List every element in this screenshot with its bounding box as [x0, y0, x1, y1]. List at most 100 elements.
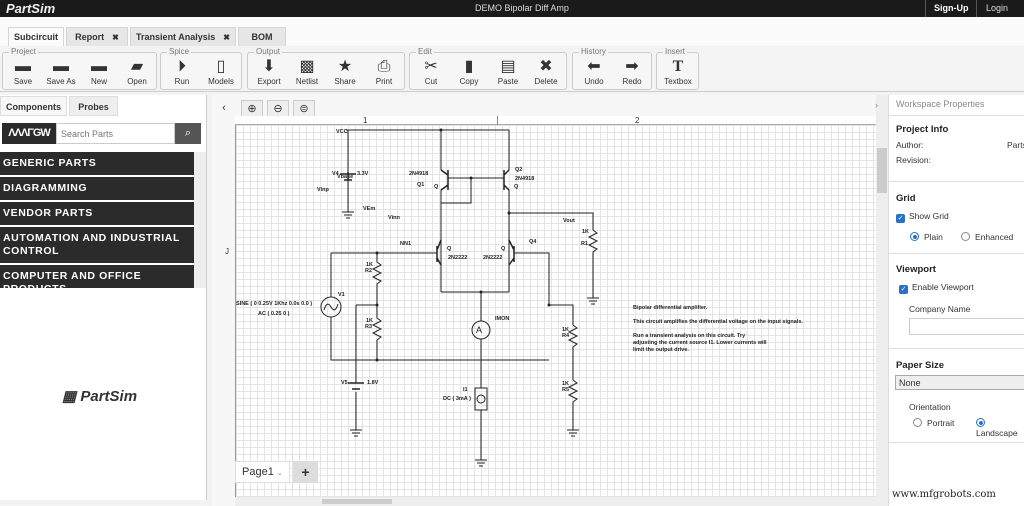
textbox-button[interactable]: T Textbox: [660, 57, 696, 86]
paper-size-select[interactable]: None: [895, 375, 1024, 390]
search-parts-input[interactable]: [56, 123, 175, 144]
button-label: Copy: [459, 77, 479, 86]
category-scrollbar[interactable]: [194, 152, 206, 288]
label-r3: R3: [365, 324, 372, 330]
category-list: GENERIC PARTS DIAGRAMMING VENDOR PARTS A…: [0, 152, 194, 288]
author-value: Parts: [1007, 140, 1024, 150]
tab-probes[interactable]: Probes: [69, 96, 118, 116]
netlist-button[interactable]: ▩ Netlist: [289, 57, 325, 86]
tab-components[interactable]: Components: [0, 96, 67, 116]
portrait-radio[interactable]: Portrait: [913, 418, 954, 428]
label-nn: NN1: [400, 241, 411, 247]
note-title: Bipolar differential amplifier.: [633, 305, 708, 311]
redo-button[interactable]: ➡ Redo: [614, 57, 650, 86]
note-line: limit the output drive.: [633, 347, 689, 353]
page-selector[interactable]: Page1 ⌄: [235, 461, 290, 483]
checkbox-checked-icon: ✓: [899, 285, 908, 294]
app-name: PartSim: [6, 1, 56, 16]
tab-label: BOM: [251, 32, 273, 42]
category-diagramming[interactable]: DIAGRAMMING: [0, 177, 194, 200]
label-q1-q: Q: [434, 184, 439, 190]
label-q4: Q4: [529, 239, 537, 245]
netlist-icon: ▩: [299, 58, 315, 75]
schematic[interactable]: VCC V4 Vbase 3.3V Vinp VEm Vinn 2N4918 Q…: [236, 125, 888, 497]
scissors-icon: ✂: [424, 58, 438, 75]
show-grid-checkbox[interactable]: ✓ Show Grid: [896, 211, 949, 223]
export-button[interactable]: ⬇ Export: [251, 57, 287, 86]
group-label: Project: [9, 47, 38, 56]
button-label: Paste: [497, 77, 519, 86]
schematic-canvas[interactable]: VCC V4 Vbase 3.3V Vinp VEm Vinn 2N4918 Q…: [235, 125, 888, 497]
label-v5: V5: [341, 380, 348, 386]
collapse-left-button[interactable]: ‹: [217, 100, 231, 118]
vertical-scroll-thumb[interactable]: [877, 148, 887, 193]
login-link[interactable]: Login: [986, 3, 1008, 13]
run-button[interactable]: ⏵ Run: [164, 57, 200, 86]
expand-right-button[interactable]: ›: [875, 100, 878, 110]
models-button[interactable]: ▯ Models: [203, 57, 239, 86]
section-project-info: Project Info: [896, 124, 949, 135]
ruler-divider: [497, 116, 498, 125]
delete-button[interactable]: ✖ Delete: [528, 57, 564, 86]
annotation-textbox[interactable]: Bipolar differential amplifier. This cir…: [633, 305, 803, 353]
company-name-input[interactable]: [909, 318, 1024, 335]
open-button[interactable]: ▰ Open: [119, 57, 155, 86]
tab-report[interactable]: Report ✖: [66, 27, 128, 46]
button-label: Export: [257, 77, 281, 86]
search-button[interactable]: ⌕: [175, 123, 201, 144]
save-button[interactable]: ▬ Save: [5, 57, 41, 86]
label-vem: VEm: [363, 206, 375, 212]
workspace-properties-panel: Workspace Properties Project Info Author…: [888, 95, 1024, 506]
landscape-radio[interactable]: Landscape: [976, 418, 1024, 438]
close-icon[interactable]: ✖: [112, 33, 119, 42]
label-q2: Q2: [515, 167, 522, 173]
history-group: History ⬅ Undo ➡ Redo: [572, 47, 652, 90]
tab-label: Transient Analysis: [136, 32, 216, 42]
new-button[interactable]: ▬ New: [81, 57, 117, 86]
category-vendor-parts[interactable]: VENDOR PARTS: [0, 202, 194, 225]
grid-plain-radio[interactable]: Plain: [910, 232, 943, 242]
label-vout: Vout: [563, 218, 575, 224]
cut-button[interactable]: ✂ Cut: [413, 57, 449, 86]
radio-label: Enhanced: [975, 232, 1014, 242]
copy-icon: ▮: [464, 58, 474, 75]
enable-viewport-checkbox[interactable]: ✓ Enable Viewport: [899, 282, 974, 294]
batteries: [340, 172, 364, 390]
paste-button[interactable]: ▤ Paste: [490, 57, 526, 86]
tab-transient-analysis[interactable]: Transient Analysis ✖: [130, 27, 236, 46]
label-3v3: 3.3V: [357, 171, 369, 177]
button-label: Netlist: [295, 77, 319, 86]
label-r2: R2: [365, 268, 372, 274]
tab-subcircuit[interactable]: Subcircuit: [8, 27, 64, 46]
add-page-button[interactable]: +: [293, 461, 318, 483]
label-sine: SINE ( 0 0.25V 1Khz 0.0s 0.0 ): [236, 301, 312, 307]
copy-button[interactable]: ▮ Copy: [451, 57, 487, 86]
share-button[interactable]: ★ Share: [327, 57, 363, 86]
radio-icon: [913, 418, 922, 427]
top-bar: PartSim DEMO Bipolar Diff Amp Sign-Up Lo…: [0, 0, 1024, 17]
edit-group: Edit ✂ Cut ▮ Copy ▤ Paste ✖ Delete: [409, 47, 567, 90]
divider: [889, 348, 1024, 349]
signup-link[interactable]: Sign-Up: [934, 3, 969, 13]
play-icon: ⏵: [177, 58, 186, 75]
print-button[interactable]: ⎙ Print: [366, 57, 402, 86]
printer-icon: ⎙: [377, 58, 391, 75]
radio-label: Plain: [924, 232, 943, 242]
category-generic-parts[interactable]: GENERIC PARTS: [0, 152, 194, 175]
undo-button[interactable]: ⬅ Undo: [576, 57, 612, 86]
button-label: Cut: [424, 77, 438, 86]
close-icon[interactable]: ✖: [223, 33, 230, 42]
category-automation[interactable]: AUTOMATION AND INDUSTRIAL CONTROL: [0, 227, 194, 263]
grid-enhanced-radio[interactable]: Enhanced: [961, 232, 1013, 242]
category-computer-office[interactable]: COMPUTER AND OFFICE PRODUCTS: [0, 265, 194, 288]
author-label: Author:: [896, 140, 924, 150]
tab-bom[interactable]: BOM: [238, 27, 286, 46]
save-as-button[interactable]: ▬ Save As: [43, 57, 79, 86]
label-imon: IMON: [495, 316, 509, 322]
sources: [320, 296, 491, 411]
horizontal-scroll-thumb[interactable]: [322, 499, 392, 504]
button-label: Save: [13, 77, 33, 86]
group-label: Spice: [167, 47, 192, 56]
orientation-label: Orientation: [909, 402, 951, 412]
section-paper-size: Paper Size: [896, 360, 945, 371]
